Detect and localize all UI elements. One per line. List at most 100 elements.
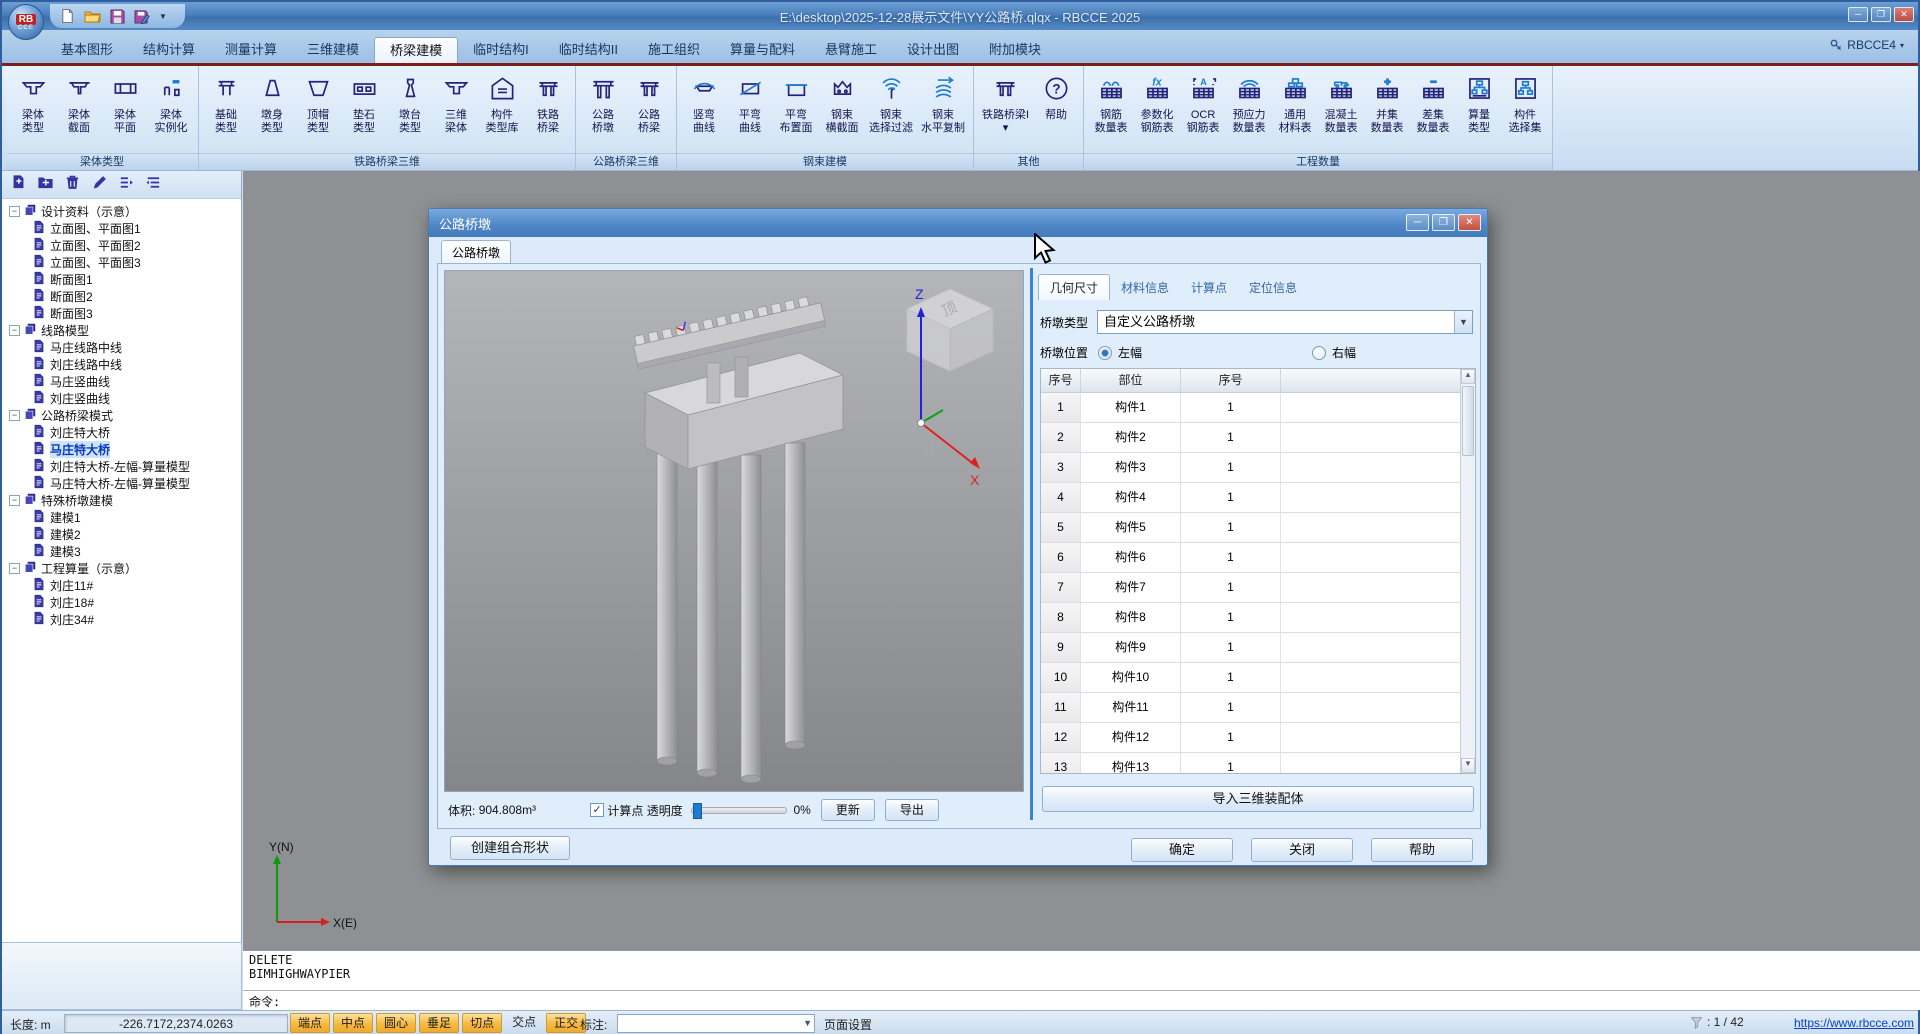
table-row[interactable]: 4构件41 (1041, 483, 1475, 513)
ribbon-tab-附加模块[interactable]: 附加模块 (974, 37, 1056, 63)
tbl-material-button[interactable]: 通用材料表 (1272, 72, 1318, 138)
tbl-param-button[interactable]: fx参数化钢筋表 (1134, 72, 1180, 138)
tree-item[interactable]: 刘庄特大桥 (6, 424, 241, 441)
minimize-button[interactable]: ─ (1848, 7, 1868, 22)
tree-item[interactable]: 刘庄特大桥-左幅-算量模型 (6, 458, 241, 475)
tree-collapse-icon[interactable]: − (9, 563, 20, 574)
snap-toggle-垂足[interactable]: 垂足 (419, 1013, 459, 1033)
table-row[interactable]: 8构件81 (1041, 603, 1475, 633)
pier-table-button[interactable]: 墩台类型 (387, 72, 433, 138)
foundation-button[interactable]: 基础类型 (203, 72, 249, 138)
radio-right[interactable] (1312, 346, 1326, 360)
close-button[interactable]: ✕ (1894, 7, 1914, 22)
save-icon[interactable] (110, 9, 125, 24)
pad-stone-button[interactable]: 垫石类型 (341, 72, 387, 138)
tree-item[interactable]: 建模3 (6, 543, 241, 560)
pier-body-button[interactable]: 墩身类型 (249, 72, 295, 138)
help-button[interactable]: ?帮助 (1033, 72, 1079, 125)
table-row[interactable]: 7构件71 (1041, 573, 1475, 603)
ribbon-tab-测量计算[interactable]: 测量计算 (210, 37, 292, 63)
expand-all-icon[interactable] (118, 174, 135, 196)
tbl-rebar-button[interactable]: 钢筋数量表 (1088, 72, 1134, 138)
table-row[interactable]: 2构件21 (1041, 423, 1475, 453)
add-item-icon[interactable] (10, 174, 27, 196)
tendon-copy-button[interactable]: 钢束水平复制 (917, 72, 969, 138)
tbl-union-button[interactable]: 并集数量表 (1364, 72, 1410, 138)
maximize-button[interactable]: ❐ (1871, 7, 1891, 22)
tree-section[interactable]: −公路桥梁模式 (6, 407, 241, 424)
tree-collapse-icon[interactable]: − (9, 410, 20, 421)
snap-toggle-切点[interactable]: 切点 (462, 1013, 502, 1033)
dialog-maximize-button[interactable]: ❐ (1432, 214, 1455, 231)
beam-type-button[interactable]: 三维梁体 (433, 72, 479, 138)
table-row[interactable]: 10构件101 (1041, 663, 1475, 693)
dialog-title-bar[interactable]: 公路桥墩 (429, 209, 1487, 237)
snap-toggle-中点[interactable]: 中点 (333, 1013, 373, 1033)
comp-select-button[interactable]: 构件选择集 (1502, 72, 1548, 138)
tbl-ocr-button[interactable]: AOCR钢筋表 (1180, 72, 1226, 138)
save-as-icon[interactable] (134, 9, 150, 24)
ribbon-tab-临时结构I[interactable]: 临时结构I (458, 37, 544, 63)
scroll-down-icon[interactable]: ▼ (1461, 758, 1475, 773)
rail-bridge-button[interactable]: 公路桥梁 (626, 72, 672, 138)
ribbon-tab-施工组织[interactable]: 施工组织 (633, 37, 715, 63)
open-folder-icon[interactable] (84, 9, 101, 24)
tendon-section-button[interactable]: 钢束横截面 (819, 72, 865, 138)
scroll-thumb[interactable] (1462, 386, 1474, 456)
plan-curve-button[interactable]: 平弯曲线 (727, 72, 773, 138)
ribbon-tab-桥梁建模[interactable]: 桥梁建模 (374, 37, 458, 63)
add-folder-icon[interactable] (37, 174, 54, 196)
ribbon-tab-临时结构II[interactable]: 临时结构II (544, 37, 633, 63)
tree-item[interactable]: 断面图3 (6, 305, 241, 322)
tree-collapse-icon[interactable]: − (9, 325, 20, 336)
rail-bridge-button[interactable]: 铁路桥梁 (525, 72, 571, 138)
tree-item[interactable]: 断面图1 (6, 271, 241, 288)
ok-button[interactable]: 确定 (1131, 838, 1233, 862)
ribbon-tab-基本图形[interactable]: 基本图形 (46, 37, 128, 63)
tree-section[interactable]: −设计资料（示意） (6, 203, 241, 220)
import-assembly-button[interactable]: 导入三维装配体 (1042, 786, 1474, 812)
collapse-all-icon[interactable] (145, 174, 162, 196)
table-row[interactable]: 6构件61 (1041, 543, 1475, 573)
tree-item[interactable]: 立面图、平面图2 (6, 237, 241, 254)
tree-item[interactable]: 刘庄18# (6, 594, 241, 611)
tree-item[interactable]: 断面图2 (6, 288, 241, 305)
beam-plan-button[interactable]: 梁体平面 (102, 72, 148, 138)
annotation-select[interactable]: ▼ (617, 1014, 815, 1033)
scroll-up-icon[interactable]: ▲ (1461, 369, 1475, 384)
tree-item[interactable]: 立面图、平面图3 (6, 254, 241, 271)
tbl-diff-button[interactable]: 差集数量表 (1410, 72, 1456, 138)
snap-toggle-端点[interactable]: 端点 (290, 1013, 330, 1033)
properties-tab-计算点[interactable]: 计算点 (1180, 275, 1238, 300)
calc-type-button[interactable]: 算量类型 (1456, 72, 1502, 138)
cap-type-button[interactable]: 顶帽类型 (295, 72, 341, 138)
website-link[interactable]: https://www.rbcce.com (1794, 1016, 1914, 1030)
close-dialog-button[interactable]: 关闭 (1251, 838, 1353, 862)
radio-left[interactable] (1098, 346, 1112, 360)
rail-bridge-button[interactable]: 铁路桥梁I▾ (978, 72, 1033, 138)
create-shape-button[interactable]: 创建组合形状 (450, 836, 570, 860)
tree-item[interactable]: 马庄特大桥-左幅-算量模型 (6, 475, 241, 492)
properties-tab-几何尺寸[interactable]: 几何尺寸 (1038, 274, 1110, 300)
tree-section[interactable]: −特殊桥墩建模 (6, 492, 241, 509)
tree-item[interactable]: 刘庄竖曲线 (6, 390, 241, 407)
select-dropdown-icon[interactable]: ▼ (1454, 311, 1472, 333)
table-row[interactable]: 5构件51 (1041, 513, 1475, 543)
properties-tab-定位信息[interactable]: 定位信息 (1238, 275, 1308, 300)
command-window[interactable]: DELETEBIMHIGHWAYPIER 命令: (243, 950, 1920, 1010)
new-file-icon[interactable] (60, 8, 75, 24)
table-row[interactable]: 3构件31 (1041, 453, 1475, 483)
ribbon-tab-算量与配料[interactable]: 算量与配料 (715, 37, 810, 63)
tbl-concrete-button[interactable]: 混凝土数量表 (1318, 72, 1364, 138)
tree-item[interactable]: 马庄线路中线 (6, 339, 241, 356)
ribbon-tab-设计出图[interactable]: 设计出图 (892, 37, 974, 63)
qat-customize-icon[interactable]: ▼ (159, 12, 167, 21)
command-prompt[interactable]: 命令: (243, 991, 1920, 1012)
ribbon-tab-结构计算[interactable]: 结构计算 (128, 37, 210, 63)
tree-item[interactable]: 立面图、平面图1 (6, 220, 241, 237)
help-button[interactable]: 帮助 (1371, 838, 1473, 862)
table-row[interactable]: 1构件11 (1041, 393, 1475, 423)
component-lib-button[interactable]: 构件类型库 (479, 72, 525, 138)
dialog-close-button[interactable]: ✕ (1458, 214, 1481, 231)
tendon-filter-button[interactable]: 钢束选择过滤 (865, 72, 917, 138)
